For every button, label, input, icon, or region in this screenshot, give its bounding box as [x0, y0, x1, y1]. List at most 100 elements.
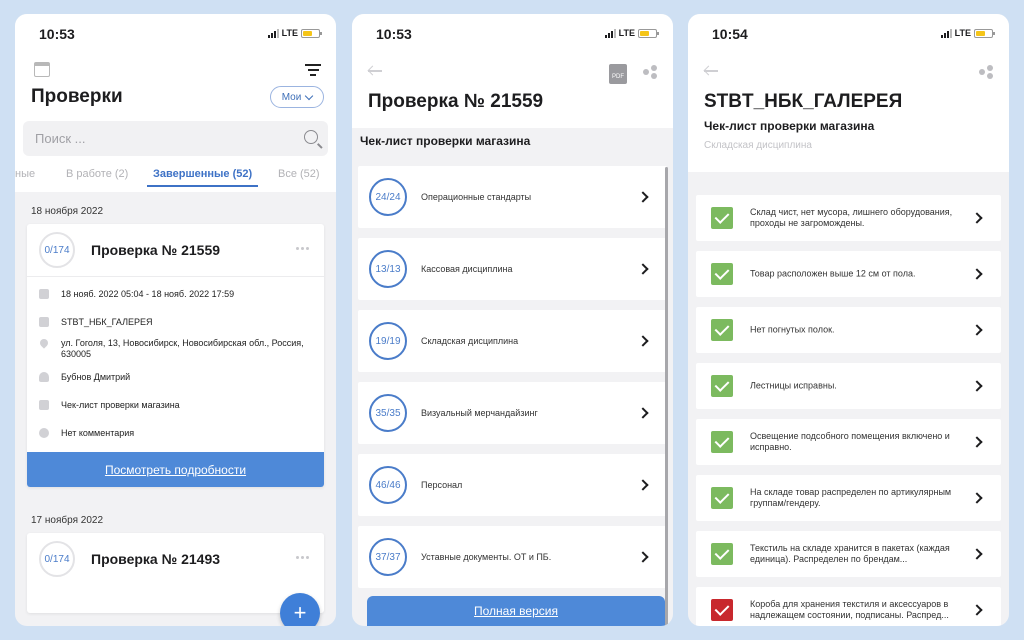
- chevron-right-icon: [637, 191, 649, 203]
- status-time: 10:53: [376, 26, 412, 42]
- item-text: Текстиль на складе хранится в пакетах (к…: [750, 543, 950, 564]
- detail-header: PDF Проверка № 21559: [352, 52, 673, 128]
- tab-in-progress[interactable]: В работе (2): [66, 168, 128, 180]
- inspection-card[interactable]: 0/174 Проверка № 21493: [27, 533, 324, 613]
- status-bar: 10:54 LTE: [688, 14, 1009, 52]
- inspections-list-screen: 10:53 LTE Проверки Мои Поиск ... ные В р…: [15, 14, 336, 626]
- add-inspection-button[interactable]: +: [280, 593, 320, 626]
- info-comment: Нет комментария: [27, 428, 324, 452]
- checkbox-failed-icon[interactable]: [711, 599, 733, 621]
- period-text: 18 нояб. 2022 05:04 - 18 нояб. 2022 17:5…: [61, 289, 235, 299]
- view-details-button[interactable]: Посмотреть подробности: [27, 452, 324, 487]
- tab-all[interactable]: Все (52): [278, 168, 320, 180]
- tab-completed[interactable]: Завершенные (52): [146, 168, 259, 187]
- card-title: Проверка № 21493: [91, 551, 221, 567]
- pdf-icon[interactable]: PDF: [609, 64, 627, 84]
- checklist-item[interactable]: Лестницы исправны.: [696, 363, 1001, 409]
- comment-text: Нет комментария: [61, 428, 135, 438]
- back-arrow-icon[interactable]: [704, 66, 718, 76]
- filter-icon[interactable]: [305, 64, 321, 79]
- back-arrow-icon[interactable]: [368, 66, 382, 76]
- checklist-item[interactable]: Склад чист, нет мусора, лишнего оборудов…: [696, 195, 1001, 241]
- category-item[interactable]: 19/19 Складская дисциплина: [358, 310, 667, 372]
- search-icon: [304, 130, 318, 144]
- progress-ring: 24/24: [369, 178, 407, 216]
- category-header: STBT_НБК_ГАЛЕРЕЯ Чек-лист проверки магаз…: [688, 52, 1009, 172]
- item-text: Нет погнутых полок.: [750, 324, 835, 335]
- page-title: Проверки: [31, 86, 123, 107]
- more-icon[interactable]: [296, 247, 309, 250]
- category-item[interactable]: 46/46 Персонал: [358, 454, 667, 516]
- share-icon[interactable]: [979, 65, 993, 79]
- card-header: 0/174 Проверка № 21559: [27, 224, 324, 277]
- checkbox-checked-icon[interactable]: [711, 263, 733, 285]
- progress-ring: 13/13: [369, 250, 407, 288]
- checkbox-checked-icon[interactable]: [711, 543, 733, 565]
- chevron-right-icon: [971, 268, 983, 280]
- category-item[interactable]: 35/35 Визуальный мерчандайзинг: [358, 382, 667, 444]
- checklist-item[interactable]: Короба для хранения текстиля и аксессуар…: [696, 587, 1001, 626]
- page-title: STBT_НБК_ГАЛЕРЕЯ: [704, 91, 903, 112]
- progress-ring: 19/19: [369, 322, 407, 360]
- battery-icon: [301, 28, 322, 38]
- checkbox-checked-icon[interactable]: [711, 487, 733, 509]
- status-time: 10:54: [712, 26, 748, 42]
- share-icon[interactable]: [643, 65, 657, 79]
- mine-filter-dropdown[interactable]: Мои: [270, 86, 324, 108]
- full-version-button[interactable]: Полная версия: [367, 596, 665, 626]
- battery-icon: [974, 28, 995, 38]
- checklist-item[interactable]: Текстиль на складе хранится в пакетах (к…: [696, 531, 1001, 577]
- checklist-item[interactable]: Нет погнутых полок.: [696, 307, 1001, 353]
- card-header: 0/174 Проверка № 21493: [27, 533, 324, 586]
- status-tabs: ные В работе (2) Завершенные (52) Все (5…: [15, 166, 336, 192]
- checkbox-checked-icon[interactable]: [711, 319, 733, 341]
- status-bar: 10:53 LTE: [352, 14, 673, 52]
- calendar-icon: [39, 289, 49, 299]
- signal-icon: [940, 28, 952, 38]
- checkbox-checked-icon[interactable]: [711, 207, 733, 229]
- checklist-item[interactable]: На складе товар распределен по артикуляр…: [696, 475, 1001, 521]
- progress-ring: 35/35: [369, 394, 407, 432]
- page-title: Проверка № 21559: [368, 91, 544, 112]
- tab-partial[interactable]: ные: [15, 168, 35, 180]
- category-label: Складская дисциплина: [421, 336, 519, 346]
- address-text: ул. Гоголя, 13, Новосибирск, Новосибирск…: [61, 338, 304, 359]
- clipboard-icon: [39, 400, 49, 410]
- checkbox-checked-icon[interactable]: [711, 431, 733, 453]
- item-text: Короба для хранения текстиля и аксессуар…: [750, 599, 949, 620]
- info-store: STBT_НБК_ГАЛЕРЕЯ: [27, 317, 324, 338]
- inspection-card[interactable]: 0/174 Проверка № 21559 18 нояб. 2022 05:…: [27, 224, 324, 487]
- chevron-right-icon: [971, 324, 983, 336]
- chevron-right-icon: [637, 263, 649, 275]
- category-item[interactable]: 13/13 Кассовая дисциплина: [358, 238, 667, 300]
- more-icon[interactable]: [296, 556, 309, 559]
- checklist-item[interactable]: Товар расположен выше 12 см от пола.: [696, 251, 1001, 297]
- checkbox-checked-icon[interactable]: [711, 375, 733, 397]
- signal-icon: [604, 28, 616, 38]
- info-person: Бубнов Дмитрий: [27, 372, 324, 400]
- chevron-down-icon: [305, 91, 314, 100]
- category-item[interactable]: 24/24 Операционные стандарты: [358, 166, 667, 228]
- item-text: Товар расположен выше 12 см от пола.: [750, 268, 916, 279]
- item-text: Склад чист, нет мусора, лишнего оборудов…: [750, 207, 953, 228]
- date-header: 17 ноября 2022: [31, 515, 104, 526]
- progress-ring: 46/46: [369, 466, 407, 504]
- category-item[interactable]: 37/37 Уставные документы. ОТ и ПБ.: [358, 526, 667, 588]
- item-text: На складе товар распределен по артикуляр…: [750, 487, 952, 508]
- store-icon: [39, 317, 49, 327]
- calendar-icon[interactable]: [34, 62, 50, 77]
- chevron-right-icon: [971, 492, 983, 504]
- chevron-right-icon: [971, 380, 983, 392]
- search-input[interactable]: Поиск ...: [23, 121, 328, 156]
- card-title: Проверка № 21559: [91, 242, 221, 258]
- scrollbar[interactable]: [665, 167, 668, 626]
- network-label: LTE: [618, 28, 635, 38]
- chevron-right-icon: [971, 436, 983, 448]
- chevron-right-icon: [637, 335, 649, 347]
- checklist-title: Чек-лист проверки магазина: [704, 119, 875, 133]
- chevron-right-icon: [971, 548, 983, 560]
- progress-ring: 0/174: [39, 541, 75, 577]
- category-label: Персонал: [421, 480, 463, 490]
- checklist-item[interactable]: Освещение подсобного помещения включено …: [696, 419, 1001, 465]
- location-pin-icon: [38, 337, 50, 349]
